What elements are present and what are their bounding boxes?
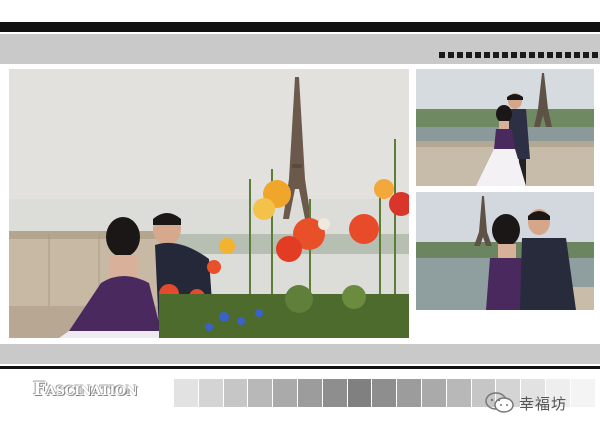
gray-swatch — [174, 379, 198, 407]
photo-couple-seine-eiffel — [416, 69, 594, 186]
top-black-band — [0, 22, 600, 32]
header-dot — [466, 52, 472, 58]
header-dot — [565, 52, 571, 58]
header-dot — [439, 52, 445, 58]
gray-swatch — [273, 379, 297, 407]
header-dot — [529, 52, 535, 58]
header-dot-strip — [439, 52, 600, 58]
photo-couple-kiss-eiffel — [416, 192, 594, 310]
gray-swatch — [248, 379, 273, 407]
gray-swatch — [297, 379, 322, 407]
gray-swatch — [397, 379, 421, 407]
gray-swatch — [322, 379, 347, 407]
gray-swatch — [372, 379, 397, 407]
header-dot — [556, 52, 562, 58]
header-dot — [484, 52, 490, 58]
wechat-watermark: 幸福坊 — [485, 392, 567, 414]
gray-swatch — [446, 379, 471, 407]
brand-logo-text: Fascination — [33, 378, 138, 400]
top-gray-band — [0, 34, 600, 64]
header-dot — [502, 52, 508, 58]
header-dot — [538, 52, 544, 58]
header-dot — [511, 52, 517, 58]
header-dot — [547, 52, 553, 58]
header-dot — [475, 52, 481, 58]
header-dot — [583, 52, 589, 58]
header-dot — [574, 52, 580, 58]
bottom-gray-band — [0, 344, 600, 364]
header-dot — [592, 52, 598, 58]
header-dot — [493, 52, 499, 58]
gray-swatch — [421, 379, 446, 407]
gray-swatch — [198, 379, 223, 407]
header-dot — [457, 52, 463, 58]
gray-swatch — [223, 379, 248, 407]
gray-swatch — [570, 379, 595, 407]
header-dot — [448, 52, 454, 58]
header-dot — [520, 52, 526, 58]
wechat-label: 幸福坊 — [519, 394, 568, 413]
gray-swatch — [347, 379, 372, 407]
photo-couple-eiffel-flowers — [9, 69, 409, 338]
bottom-black-line — [0, 366, 600, 369]
wechat-icon — [485, 392, 514, 413]
